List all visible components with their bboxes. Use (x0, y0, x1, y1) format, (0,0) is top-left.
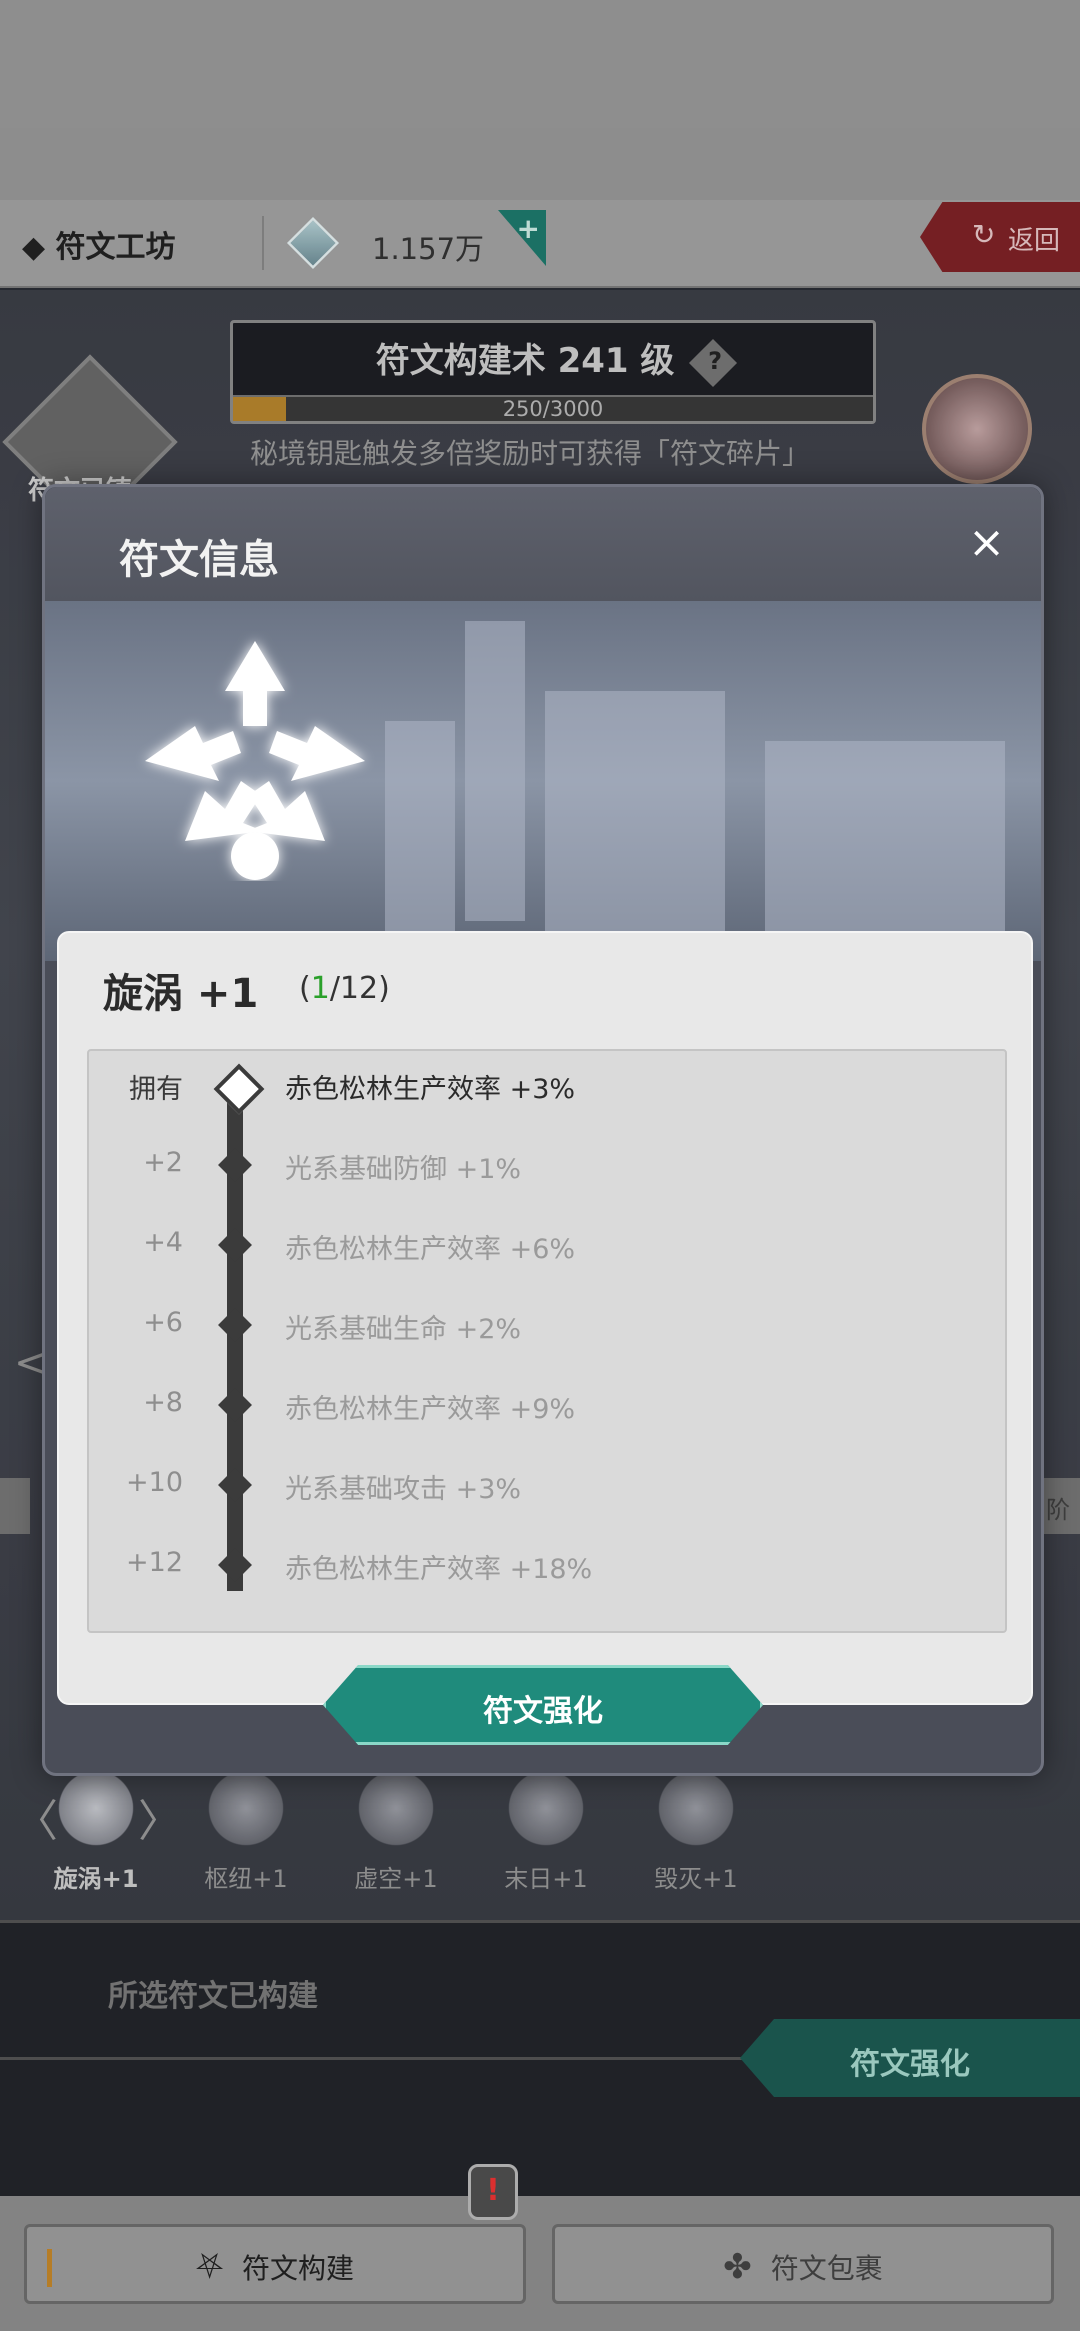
effect-row: +6 光系基础生命 +2% (89, 1293, 1005, 1353)
effect-text: 光系基础防御 +1% (285, 1154, 522, 1185)
locked-node-icon (215, 1385, 255, 1425)
effect-level: +6 (143, 1307, 183, 1338)
effect-text: 赤色松林生产效率 +3% (285, 1074, 576, 1105)
vortex-rune-emblem-icon (145, 641, 365, 880)
effect-text: 光系基础攻击 +3% (285, 1474, 522, 1505)
background-building (385, 721, 455, 941)
effect-row: +10 光系基础攻击 +3% (89, 1453, 1005, 1513)
effect-list: 拥有 赤色松林生产效率 +3% +2 光系基础防御 +1% +4 赤色松林生产效率 +6%… (87, 1049, 1007, 1633)
locked-node-icon (215, 1225, 255, 1265)
count-rest: /12) (329, 971, 390, 1006)
background-tower (465, 621, 525, 921)
count-open: ( (299, 971, 311, 1006)
effect-level: +2 (143, 1147, 183, 1178)
effect-level: +10 (126, 1467, 183, 1498)
effect-level: +12 (126, 1547, 183, 1578)
effect-row: +12 赤色松林生产效率 +18% (89, 1533, 1005, 1593)
effect-level: +8 (143, 1387, 183, 1418)
owned-node-icon (215, 1065, 255, 1105)
effect-row: +8 赤色松林生产效率 +9% (89, 1373, 1005, 1433)
rune-detail-card: 旋涡 +1 (1/12) 拥有 赤色松林生产效率 +3% +2 光系基础防御 +1% +… (57, 931, 1033, 1705)
locked-node-icon (215, 1305, 255, 1345)
close-icon[interactable]: × (968, 521, 1005, 565)
background-building (545, 691, 725, 931)
locked-node-icon (215, 1465, 255, 1505)
rune-count: (1/12) (299, 971, 390, 1006)
locked-node-icon (215, 1545, 255, 1585)
effect-text: 赤色松林生产效率 +6% (285, 1234, 576, 1265)
rune-name: 旋涡 +1 (103, 971, 259, 1017)
effect-row: 拥有 赤色松林生产效率 +3% (89, 1053, 1005, 1113)
effect-text: 光系基础生命 +2% (285, 1314, 522, 1345)
count-current: 1 (310, 971, 330, 1006)
locked-node-icon (215, 1145, 255, 1185)
effect-text: 赤色松林生产效率 +9% (285, 1394, 576, 1425)
rune-artwork (45, 601, 1041, 961)
effect-level: 拥有 (129, 1074, 183, 1105)
effect-row: +2 光系基础防御 +1% (89, 1133, 1005, 1193)
dialog-header: 符文信息 × (45, 487, 1041, 601)
effect-level: +4 (143, 1227, 183, 1258)
rune-enhance-button[interactable]: 符文强化 (323, 1665, 763, 1745)
background-building (765, 741, 1005, 941)
effect-row: +4 赤色松林生产效率 +6% (89, 1213, 1005, 1273)
effect-text: 赤色松林生产效率 +18% (285, 1554, 593, 1585)
dialog-title: 符文信息 (119, 537, 279, 583)
rune-info-dialog: 符文信息 × 旋涡 +1 (1/12) 拥有 赤色松林生产效率 +3% +2 光… (42, 484, 1044, 1776)
